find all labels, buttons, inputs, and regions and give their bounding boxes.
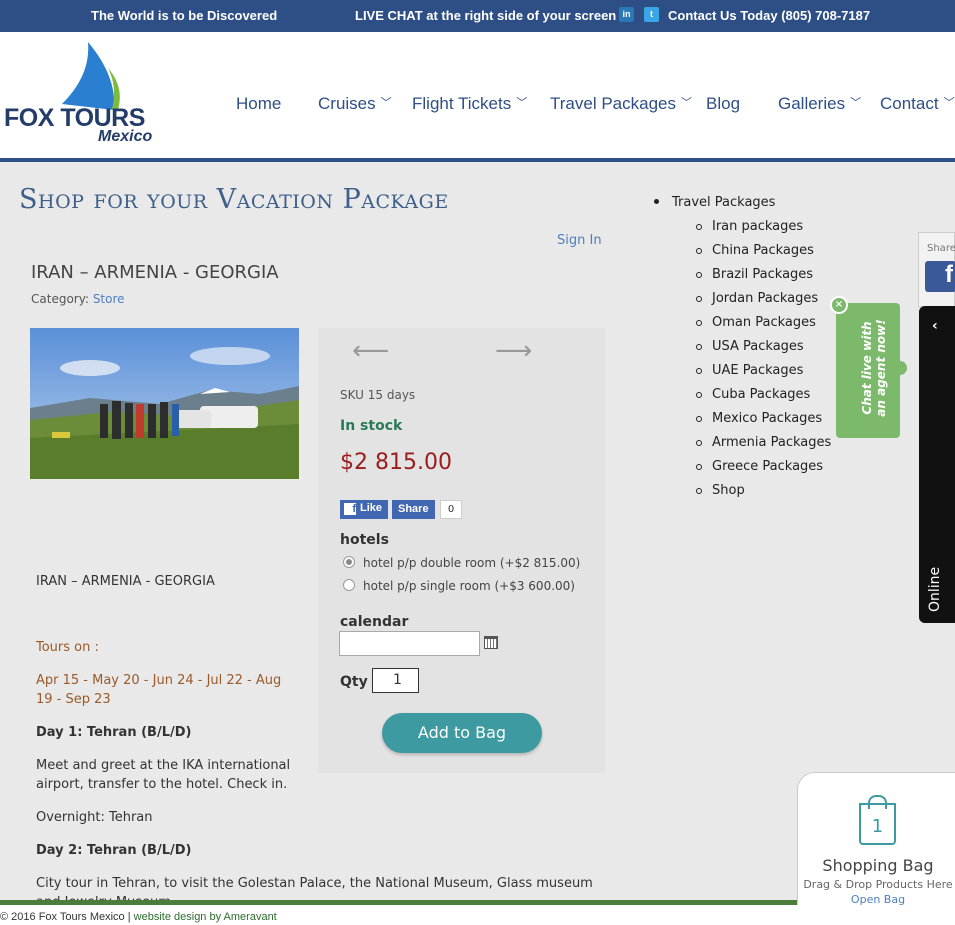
tour-dates: Apr 15 - May 20 - Jun 24 - Jul 22 - Aug … (36, 673, 282, 707)
circle-bullet-icon (696, 392, 702, 398)
day1-text: Meet and greet at the IKA international … (36, 758, 291, 792)
hotel-option-double[interactable]: hotel p/p double room (+$2 815.00) (343, 556, 580, 570)
sidebar-item-jordan[interactable]: Jordan Packages (696, 291, 818, 306)
circle-bullet-icon (696, 248, 702, 254)
top-bar: The World is to be Discovered LIVE CHAT … (0, 0, 955, 32)
shopping-bag-icon: 1 (859, 803, 896, 845)
chevron-down-icon: ﹀ (516, 97, 528, 109)
logo-sub: Mexico (98, 128, 153, 145)
nav-home[interactable]: Home (236, 94, 281, 114)
calendar-label: calendar (340, 614, 409, 630)
circle-bullet-icon (696, 416, 702, 422)
circle-bullet-icon (696, 320, 702, 326)
bag-title: Shopping Bag (822, 856, 934, 875)
circle-bullet-icon (696, 344, 702, 350)
circle-bullet-icon (696, 272, 702, 278)
qty-label: Qty (340, 674, 368, 690)
sidebar-item-usa[interactable]: USA Packages (696, 339, 804, 354)
add-to-bag-button[interactable]: Add to Bag (382, 713, 542, 753)
twitter-icon[interactable]: t (644, 7, 659, 22)
chevron-down-icon: ﹀ (850, 97, 862, 109)
facebook-icon: f (344, 503, 356, 515)
description-subtitle: IRAN – ARMENIA - GEORGIA (36, 574, 215, 589)
site-logo[interactable]: FOX TOURS Mexico (0, 38, 160, 148)
copyright-text: © 2016 Fox Tours Mexico | (0, 911, 131, 923)
header-divider (0, 158, 955, 162)
sidebar-item-cuba[interactable]: Cuba Packages (696, 387, 810, 402)
designer-credit-link[interactable]: website design by Ameravant (134, 911, 277, 923)
circle-bullet-icon (696, 488, 702, 494)
circle-bullet-icon (696, 296, 702, 302)
share-label: Share (927, 243, 955, 254)
radio-selected[interactable] (343, 556, 355, 568)
stock-status: In stock (340, 418, 403, 434)
nav-travel-packages[interactable]: Travel Packages ﹀ (550, 94, 692, 114)
circle-bullet-icon (696, 368, 702, 374)
radio-unselected[interactable] (343, 579, 355, 591)
bag-hint: Drag & Drop Products Here (803, 878, 953, 891)
chevron-down-icon: ﹀ (943, 97, 955, 109)
share-strip: Share f (918, 232, 955, 307)
chat-invite-text: Chat live with an agent now! (860, 319, 888, 417)
sidebar-item-uae[interactable]: UAE Packages (696, 363, 803, 378)
nav-contact[interactable]: Contact ﹀ (880, 94, 955, 114)
day2-text: City tour in Tehran, to visit the Golest… (36, 876, 593, 900)
nav-cruises[interactable]: Cruises ﹀ (318, 94, 392, 114)
product-price: $2 815.00 (340, 450, 452, 475)
shopping-bag-widget[interactable]: 1 Shopping Bag Drag & Drop Products Here… (797, 772, 955, 925)
circle-bullet-icon (696, 224, 702, 230)
next-arrow-icon[interactable]: ⟶ (495, 338, 532, 364)
overnight-text: Overnight: Tehran (36, 810, 153, 825)
tours-on-label: Tours on : (36, 640, 99, 655)
facebook-like-button[interactable]: f Like (340, 500, 389, 519)
facebook-share-icon[interactable]: f (925, 261, 955, 292)
calendar-icon[interactable] (484, 636, 498, 649)
product-title: IRAN – ARMENIA - GEORGIA (31, 262, 279, 283)
bullet-icon (654, 199, 659, 204)
circle-bullet-icon (696, 464, 702, 470)
sidebar-item-iran[interactable]: Iran packages (696, 219, 803, 234)
sidebar-heading[interactable]: Travel Packages (654, 195, 775, 210)
circle-bullet-icon (696, 440, 702, 446)
share-count: 0 (440, 500, 462, 519)
sidebar-item-mexico[interactable]: Mexico Packages (696, 411, 822, 426)
chevron-down-icon: ﹀ (380, 97, 392, 109)
nav-blog[interactable]: Blog (706, 94, 740, 114)
facebook-share-button[interactable]: Share (392, 500, 435, 519)
hotels-label: hotels (340, 532, 389, 548)
nav-flight-tickets[interactable]: Flight Tickets ﹀ (412, 94, 527, 114)
site-footer: © 2016 Fox Tours Mexico | website design… (0, 905, 955, 925)
sidebar-item-shop[interactable]: Shop (696, 483, 745, 498)
chat-connector (893, 361, 907, 375)
qty-input[interactable]: 1 (372, 668, 419, 693)
page-title: Shop for your Vacation Package (19, 184, 449, 215)
chat-panel[interactable]: ‹ Online (919, 306, 955, 623)
chat-invite-bubble[interactable]: Chat live with an agent now! (836, 303, 900, 438)
hotel-option-single[interactable]: hotel p/p single room (+$3 600.00) (343, 579, 575, 593)
sidebar-item-brazil[interactable]: Brazil Packages (696, 267, 813, 282)
product-category: Category: Store (31, 292, 125, 306)
chevron-left-icon[interactable]: ‹ (932, 318, 938, 334)
product-photo[interactable] (30, 328, 299, 479)
sidebar-item-armenia[interactable]: Armenia Packages (696, 435, 831, 450)
chat-notice: LIVE CHAT at the right side of your scre… (355, 8, 617, 23)
chevron-down-icon: ﹀ (680, 97, 692, 109)
sidebar-item-oman[interactable]: Oman Packages (696, 315, 816, 330)
tagline: The World is to be Discovered (91, 8, 278, 23)
day2-heading: Day 2: Tehran (B/L/D) (36, 843, 192, 858)
day1-heading: Day 1: Tehran (B/L/D) (36, 725, 192, 740)
calendar-input[interactable] (339, 631, 480, 656)
prev-arrow-icon[interactable]: ⟵ (352, 338, 389, 364)
nav-galleries[interactable]: Galleries ﹀ (778, 94, 861, 114)
sidebar-item-greece[interactable]: Greece Packages (696, 459, 823, 474)
sign-in-link[interactable]: Sign In (557, 233, 602, 248)
contact-phone[interactable]: Contact Us Today (805) 708-7187 (668, 8, 870, 23)
linkedin-icon[interactable]: in (619, 7, 634, 22)
chat-status: Online (927, 566, 943, 612)
category-link[interactable]: Store (93, 292, 125, 306)
product-sku: SKU 15 days (340, 388, 416, 402)
close-icon[interactable]: × (830, 296, 848, 314)
tour-group-photo-icon (30, 328, 299, 479)
sidebar-item-china[interactable]: China Packages (696, 243, 814, 258)
